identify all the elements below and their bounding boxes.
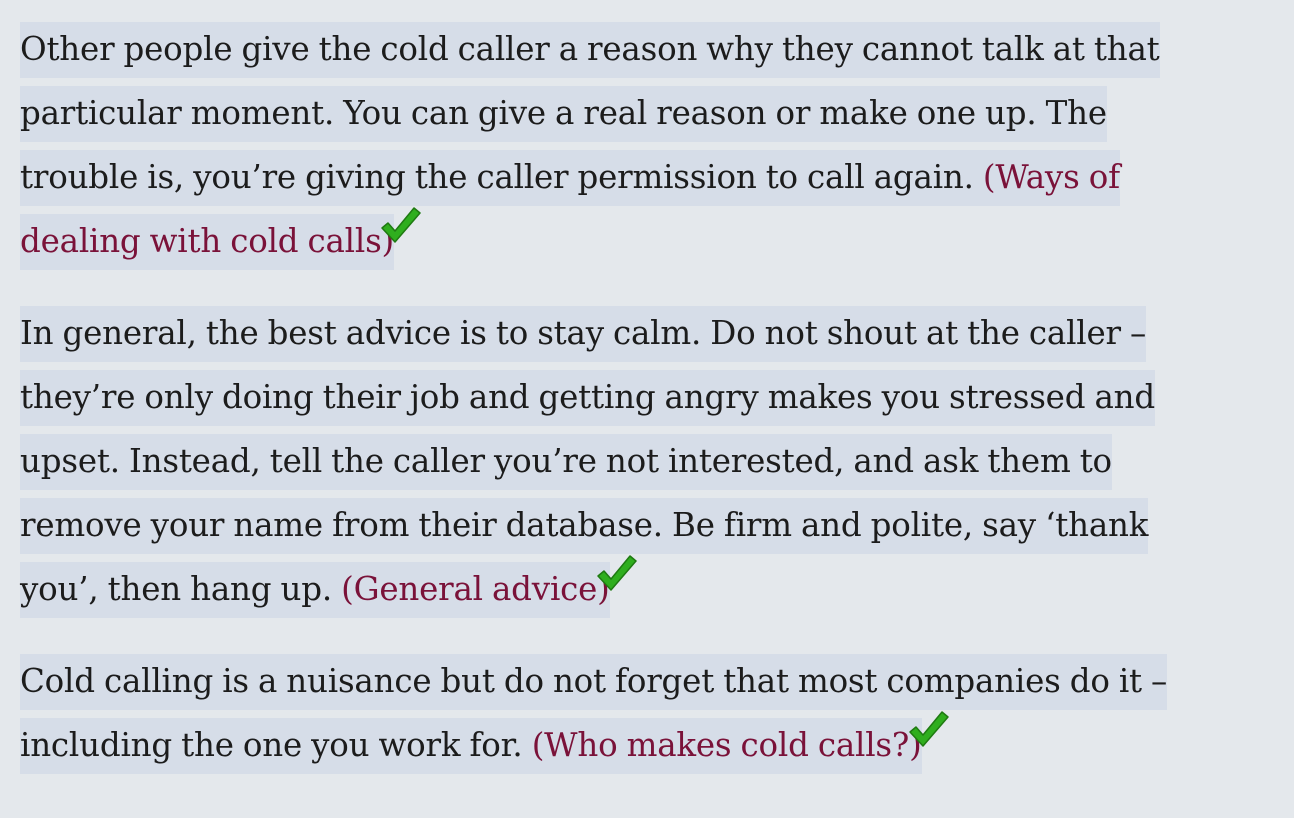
- answer-heading: (General advice): [341, 570, 610, 608]
- document-body: Other people give the cold caller a reas…: [20, 17, 1230, 805]
- checkmark-icon: [378, 204, 422, 248]
- answer-heading: (Who makes cold calls?): [531, 726, 922, 764]
- checkmark-icon: [594, 552, 638, 596]
- paragraph-2: In general, the best advice is to stay c…: [20, 301, 1230, 621]
- paragraph-highlight[interactable]: Cold calling is a nuisance but do not fo…: [20, 654, 1167, 774]
- paragraph-highlight[interactable]: Other people give the cold caller a reas…: [20, 22, 1160, 270]
- paragraph-1: Other people give the cold caller a reas…: [20, 17, 1230, 273]
- checkmark-icon: [906, 708, 950, 752]
- paragraph-text: In general, the best advice is to stay c…: [20, 314, 1155, 608]
- paragraph-highlight[interactable]: In general, the best advice is to stay c…: [20, 306, 1155, 618]
- paragraph-3: Cold calling is a nuisance but do not fo…: [20, 649, 1230, 777]
